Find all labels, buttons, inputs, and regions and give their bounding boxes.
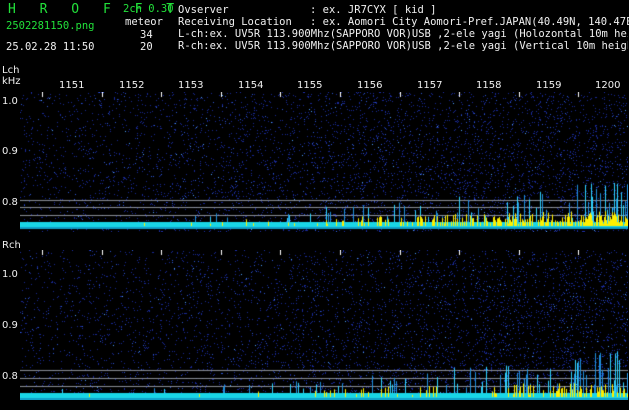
rch-spectrogram [20, 250, 628, 400]
meteor-label: meteor [125, 16, 163, 28]
lch-freq-0.9: 0.9 [2, 146, 18, 157]
meteor-count-lch: 34 [140, 29, 153, 41]
khz-label: kHz [2, 76, 21, 87]
time-tick-label: 1157 [417, 80, 443, 91]
rch-freq-0.9: 0.9 [2, 320, 18, 331]
time-tick-label: 1156 [357, 80, 383, 91]
rch-receiver-info: R-ch:ex. UV5R 113.900Mhz(SAPPORO VOR)USB… [178, 41, 628, 52]
location-label: Receiving Location [178, 16, 292, 28]
observer-label: Ovserver [178, 4, 229, 16]
location-value: : ex. Aomori City Aomori-Pref.JAPAN(40.4… [310, 16, 629, 28]
time-tick-label: 1155 [297, 80, 323, 91]
meteor-count-rch: 20 [140, 41, 153, 53]
lch-receiver-info: L-ch:ex. UV5R 113.900Mhz(SAPPORO VOR)USB… [178, 29, 628, 40]
rch-freq-1.0: 1.0 [2, 269, 18, 280]
filename-label: 2502281150.png [6, 20, 95, 32]
time-tick-label: 1153 [178, 80, 204, 91]
lch-freq-1.0: 1.0 [2, 96, 18, 107]
rch-freq-0.8: 0.8 [2, 371, 18, 382]
lch-label: Lch [2, 65, 20, 76]
rch-label: Rch [2, 240, 21, 251]
lch-spectrogram [20, 92, 628, 232]
time-tick-label: 1159 [536, 80, 562, 91]
datetime-label: 25.02.28 11:50 [6, 41, 95, 53]
time-tick-label: 1152 [119, 80, 145, 91]
version-label: 2ch 0.30 [123, 3, 174, 15]
observer-value: : ex. JR7CYX [ kid ] [310, 4, 437, 16]
time-tick-label: 1154 [238, 80, 264, 91]
time-tick-label: 1200 [595, 80, 621, 91]
lch-freq-0.8: 0.8 [2, 197, 18, 208]
time-tick-label: 1151 [59, 80, 85, 91]
time-tick-label: 1158 [476, 80, 502, 91]
